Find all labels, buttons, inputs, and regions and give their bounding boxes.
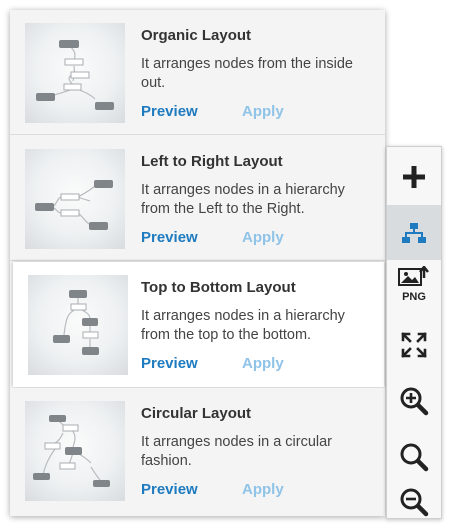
export-png-icon	[398, 266, 429, 286]
zoom-in-button[interactable]	[387, 373, 441, 428]
apply-button[interactable]: Apply	[242, 481, 284, 498]
zoom-in-icon	[400, 387, 429, 415]
layout-description: It arranges nodes in a circular fashion.	[141, 434, 333, 469]
layout-description: It arranges nodes from the inside out.	[141, 56, 353, 91]
zoom-out-button[interactable]	[387, 485, 441, 518]
preview-button[interactable]: Preview	[141, 355, 198, 372]
circular-layout-thumbnail	[25, 401, 125, 501]
layout-card-circular: Circular Layout It arranges nodes in a c…	[10, 388, 385, 513]
layout-title: Organic Layout	[141, 27, 252, 44]
apply-button[interactable]: Apply	[242, 229, 284, 246]
layout-button[interactable]	[387, 205, 441, 260]
fit-to-screen-button[interactable]	[387, 317, 441, 372]
plus-icon	[403, 165, 425, 188]
layout-description: It arranges nodes in a hierarchy from th…	[141, 182, 345, 217]
layout-card-left-to-right: Left to Right Layout It arranges nodes i…	[10, 136, 385, 261]
layout-title: Left to Right Layout	[141, 153, 283, 170]
zoom-out-icon	[400, 488, 429, 516]
fit-to-screen-icon	[401, 331, 427, 358]
layout-description: It arranges nodes in a hierarchy from th…	[141, 308, 345, 343]
apply-button[interactable]: Apply	[242, 103, 284, 120]
layout-card-top-to-bottom: Top to Bottom Layout It arranges nodes i…	[13, 262, 384, 387]
left-to-right-graph-icon	[35, 180, 113, 230]
layout-title: Circular Layout	[141, 405, 252, 422]
top-to-bottom-layout-thumbnail	[28, 275, 128, 375]
add-node-button[interactable]	[387, 149, 441, 204]
preview-button[interactable]: Preview	[141, 481, 198, 498]
circular-graph-icon	[33, 415, 110, 487]
layout-card-organic: Organic Layout It arranges nodes from th…	[10, 10, 385, 135]
top-to-bottom-graph-icon	[53, 290, 99, 355]
organic-layout-thumbnail	[25, 23, 125, 123]
organic-graph-icon	[36, 40, 114, 110]
layout-hierarchy-icon	[402, 222, 426, 243]
left-to-right-layout-thumbnail	[25, 149, 125, 249]
export-png-button[interactable]: PNG	[387, 261, 441, 316]
diagram-toolbar: PNG	[386, 146, 442, 519]
preview-button[interactable]: Preview	[141, 229, 198, 246]
apply-button[interactable]: Apply	[242, 355, 284, 372]
png-label: PNG	[402, 291, 426, 303]
zoom-reset-button[interactable]	[387, 429, 441, 484]
layout-title: Top to Bottom Layout	[141, 279, 296, 296]
preview-button[interactable]: Preview	[141, 103, 198, 120]
layout-panel: Organic Layout It arranges nodes from th…	[10, 10, 385, 516]
zoom-reset-icon	[400, 443, 429, 471]
